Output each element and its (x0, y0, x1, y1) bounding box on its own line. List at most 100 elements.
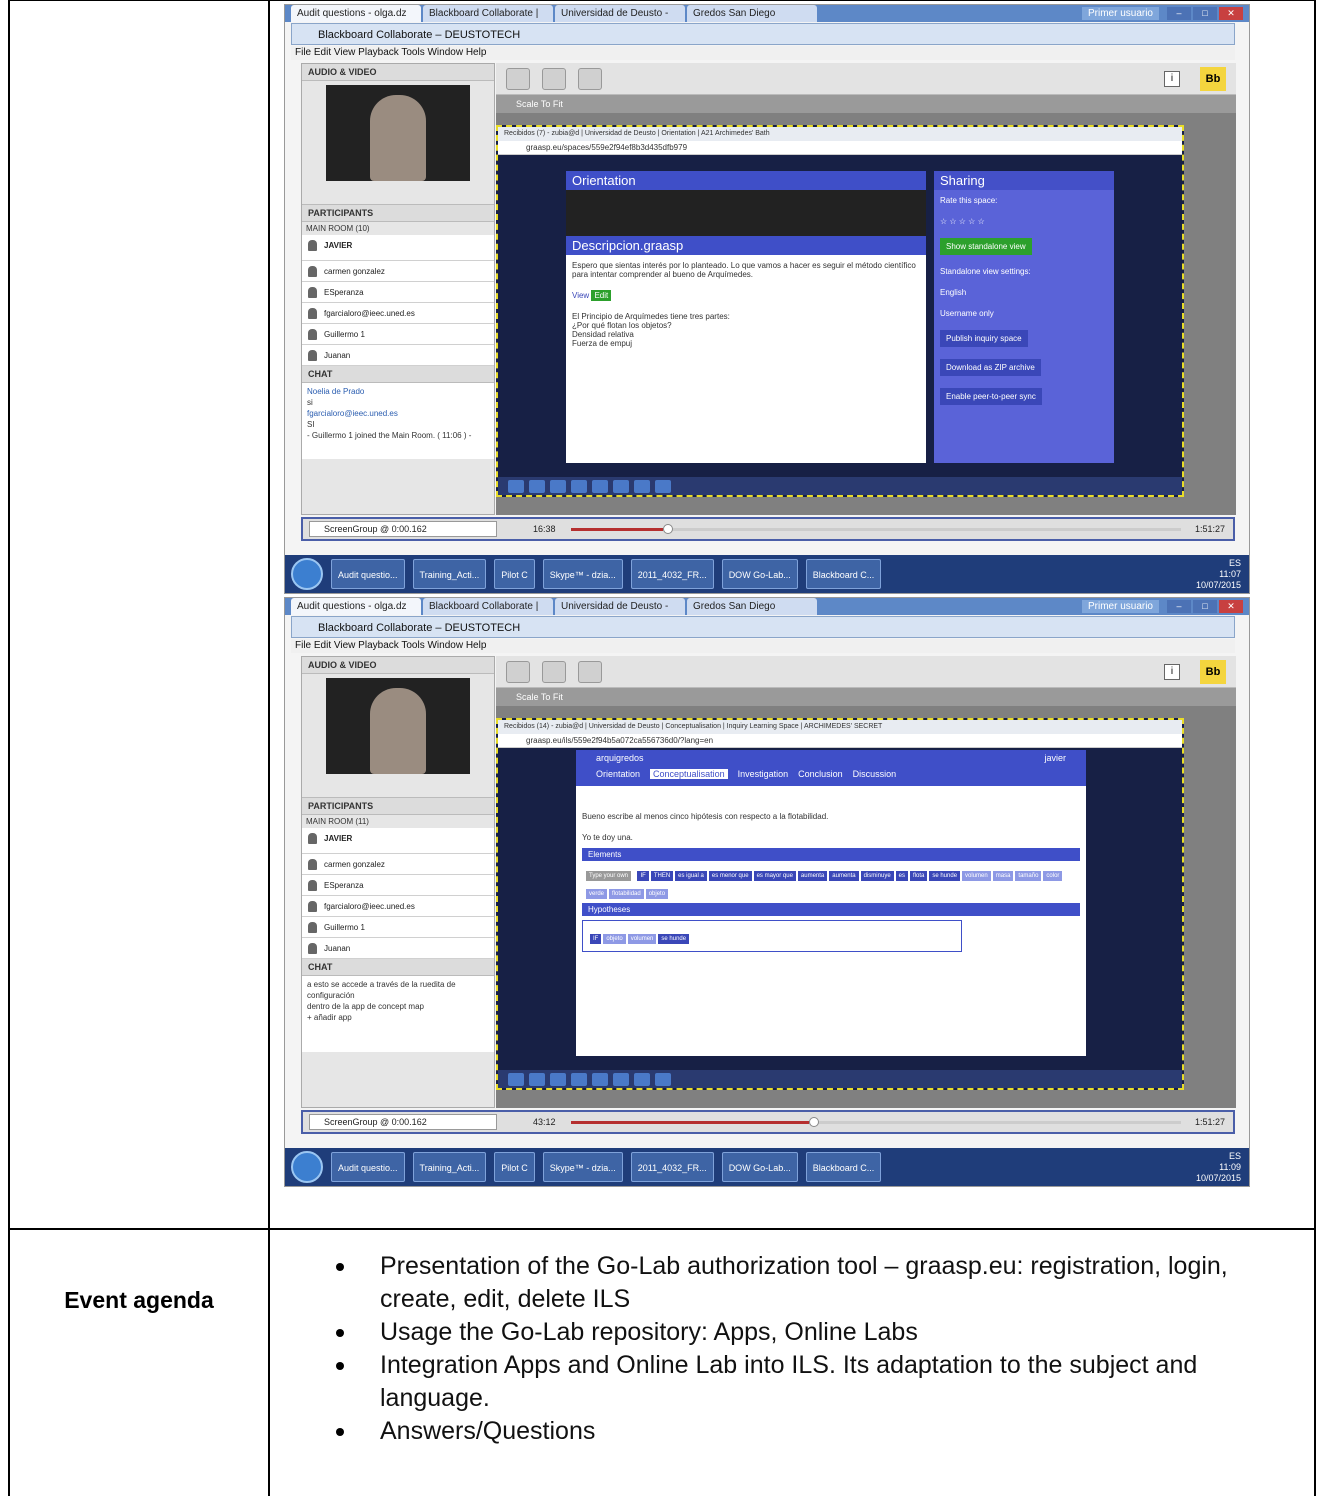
taskbar-item[interactable]: Audit questio... (331, 1152, 405, 1182)
participant-row[interactable]: Juanan (302, 345, 494, 366)
browser-tab[interactable]: Blackboard Collaborate | (423, 598, 553, 615)
download-button[interactable]: Download as ZIP archive (940, 359, 1041, 376)
info-icon[interactable]: i (1164, 664, 1180, 680)
app-icon[interactable] (592, 1072, 608, 1086)
screengroup-select[interactable]: ScreenGroup @ 0:00.162 (309, 521, 497, 537)
close-icon[interactable]: ✕ (1219, 7, 1243, 20)
app-icon[interactable] (592, 479, 608, 493)
progress-knob[interactable] (662, 524, 673, 534)
nav-item[interactable]: Conclusion (798, 769, 843, 779)
participant-row[interactable]: fgarcialoro@ieec.uned.es (302, 303, 494, 324)
participant-row[interactable]: Juanan (302, 938, 494, 959)
app-icon[interactable] (613, 1072, 629, 1086)
volume-slider[interactable] (302, 778, 494, 798)
audio-video-header[interactable]: AUDIO & VIDEO (302, 64, 494, 81)
chat-header[interactable]: CHAT (302, 959, 494, 976)
pdf-icon[interactable] (655, 479, 671, 493)
taskbar-item[interactable]: Pilot C (494, 1152, 535, 1182)
app-share-icon[interactable] (542, 68, 566, 90)
app-share-icon[interactable] (542, 661, 566, 683)
participant-row[interactable]: carmen gonzalez (302, 854, 494, 875)
folder-icon[interactable] (550, 1072, 566, 1086)
taskbar-item[interactable]: Training_Acti... (412, 1152, 487, 1182)
screengroup-select[interactable]: ScreenGroup @ 0:00.162 (309, 1114, 497, 1130)
minimize-icon[interactable]: – (1167, 7, 1191, 20)
star-rating[interactable]: ☆ ☆ ☆ ☆ ☆ (934, 211, 1114, 232)
pdf-icon[interactable] (655, 1072, 671, 1086)
progress-track[interactable] (571, 524, 1181, 534)
taskbar-item[interactable]: Pilot C (494, 559, 535, 589)
menu-bar[interactable]: File Edit View Playback Tools Window Hel… (291, 46, 1235, 60)
taskbar-item[interactable]: DOW Go-Lab... (721, 559, 798, 589)
participant-row[interactable]: ESperanza (302, 282, 494, 303)
peer-button[interactable]: Enable peer-to-peer sync (940, 388, 1042, 405)
hypothesis-row[interactable]: IF objeto volumen se hunde (582, 920, 962, 952)
taskbar-item[interactable]: Skype™ - dzia... (542, 559, 623, 589)
nav-item[interactable]: Investigation (738, 769, 789, 779)
folder-icon[interactable] (550, 479, 566, 493)
edit-tab[interactable]: Edit (591, 290, 612, 301)
element-chip[interactable]: se hunde (929, 871, 961, 881)
word-icon[interactable] (634, 479, 650, 493)
browser-tab[interactable]: Audit questions - olga.dz (291, 5, 421, 22)
info-icon[interactable]: i (1164, 71, 1180, 87)
taskbar-item[interactable]: 2011_4032_FR... (630, 559, 714, 589)
maximize-icon[interactable]: □ (1193, 600, 1217, 613)
hyp-chip[interactable]: IF (590, 934, 602, 944)
element-chip[interactable]: objeto (645, 889, 669, 899)
element-chip[interactable]: flota (910, 871, 928, 881)
web-tour-icon[interactable] (578, 68, 602, 90)
whiteboard-icon[interactable] (506, 661, 530, 683)
element-chip[interactable]: es menor que (708, 871, 752, 881)
participant-row[interactable]: ESperanza (302, 875, 494, 896)
standalone-button[interactable]: Show standalone view (940, 238, 1032, 255)
taskbar-item[interactable]: 2011_4032_FR... (630, 1152, 714, 1182)
participant-row[interactable]: fgarcialoro@ieec.uned.es (302, 896, 494, 917)
participant-row[interactable]: JAVIER (302, 828, 494, 854)
element-chip[interactable]: es (895, 871, 908, 881)
chrome-icon[interactable] (571, 1072, 587, 1086)
participant-row[interactable]: Guillermo 1 (302, 324, 494, 345)
ie-icon[interactable] (529, 479, 545, 493)
language-indicator[interactable]: ES (1196, 1151, 1241, 1162)
element-chip[interactable]: tamaño (1015, 871, 1042, 881)
language-select[interactable]: English (934, 282, 1114, 303)
editor[interactable]: El Principio de Arquímedes tiene tres pa… (566, 306, 926, 354)
scale-to-fit[interactable]: Scale To Fit (496, 688, 1236, 706)
taskbar-item[interactable]: DOW Go-Lab... (721, 1152, 798, 1182)
chrome-icon[interactable] (571, 479, 587, 493)
taskbar-item[interactable]: Audit questio... (331, 559, 405, 589)
taskbar-item[interactable]: Skype™ - dzia... (542, 1152, 623, 1182)
hyp-chip[interactable]: objeto (603, 934, 626, 944)
participant-row[interactable]: JAVIER (302, 235, 494, 261)
user-pill[interactable]: Primer usuario (1081, 600, 1159, 613)
element-chip[interactable]: flotabilidad (609, 889, 644, 899)
volume-slider[interactable] (302, 185, 494, 205)
browser-tab[interactable]: Gredos San Diego (687, 598, 817, 615)
publish-button[interactable]: Publish inquiry space (940, 330, 1028, 347)
progress-knob[interactable] (808, 1117, 819, 1127)
start-button[interactable] (291, 1151, 323, 1183)
element-chip[interactable]: masa (992, 871, 1014, 881)
user-pill[interactable]: Primer usuario (1081, 7, 1159, 20)
participant-row[interactable]: carmen gonzalez (302, 261, 494, 282)
browser-tab[interactable]: Blackboard Collaborate | (423, 5, 553, 22)
participant-row[interactable]: Guillermo 1 (302, 917, 494, 938)
word-icon[interactable] (634, 1072, 650, 1086)
type-own-input[interactable]: Type your own (586, 871, 632, 881)
element-chip[interactable]: volumen (962, 871, 991, 881)
taskbar-item[interactable]: Blackboard C... (805, 559, 882, 589)
view-tab[interactable]: View (572, 291, 589, 300)
element-chip[interactable]: IF (637, 871, 649, 881)
taskbar-item[interactable]: Training_Acti... (412, 559, 487, 589)
nav-item[interactable]: Conceptualisation (650, 769, 728, 779)
element-chip[interactable]: disminuye (860, 871, 894, 881)
chat-header[interactable]: CHAT (302, 366, 494, 383)
user-name[interactable]: javier (1044, 753, 1066, 763)
element-chip[interactable]: THEN (650, 871, 674, 881)
whiteboard-icon[interactable] (506, 68, 530, 90)
browser-tab[interactable]: Gredos San Diego (687, 5, 817, 22)
nav-item[interactable]: Orientation (596, 769, 640, 779)
scale-to-fit[interactable]: Scale To Fit (496, 95, 1236, 113)
username-select[interactable]: Username only (934, 303, 1114, 324)
